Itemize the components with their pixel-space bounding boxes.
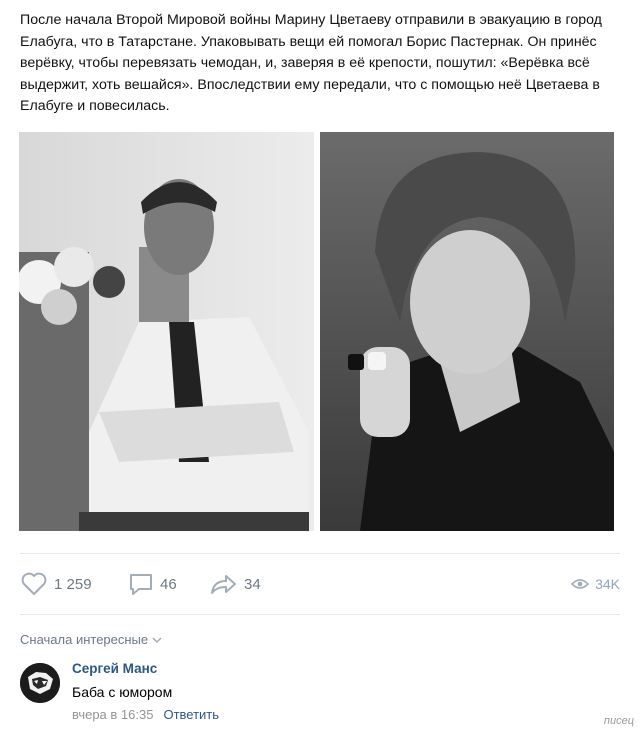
actions-divider-top	[20, 553, 620, 554]
comments-sort-label: Сначала интересные	[20, 632, 149, 647]
comment-item: Сергей Манс Баба с юмором вчера в 16:35 О…	[20, 661, 620, 725]
comment-button[interactable]: 46	[128, 568, 177, 600]
like-count: 1 259	[54, 575, 92, 593]
comments-sort-dropdown[interactable]: Сначала интересные	[20, 632, 162, 647]
comment-meta: вчера в 16:35 Ответить	[72, 707, 219, 722]
views-count: 34K	[595, 576, 620, 592]
comment-time[interactable]: вчера в 16:35	[72, 707, 153, 722]
like-button[interactable]: 1 259	[20, 568, 92, 600]
heart-icon	[21, 572, 47, 595]
actions-divider-bottom	[20, 614, 620, 615]
eye-icon	[571, 579, 590, 589]
photo-boris-pasternak[interactable]	[19, 132, 314, 531]
views-counter: 34K	[571, 568, 620, 600]
share-button[interactable]: 34	[210, 568, 261, 600]
share-icon	[211, 575, 236, 594]
chevron-down-icon	[152, 632, 162, 647]
post-actions: 1 259 46 34 34K	[20, 568, 620, 600]
comment-author[interactable]: Сергей Манс	[72, 661, 157, 676]
post-photos	[19, 132, 614, 532]
comment-text: Баба с юмором	[72, 684, 173, 700]
photo-marina-tsvetaeva[interactable]	[320, 132, 614, 531]
avatar[interactable]	[20, 663, 60, 703]
watermark: писец	[603, 715, 634, 727]
comment-count: 46	[160, 575, 177, 593]
share-count: 34	[244, 575, 261, 593]
comment-icon	[130, 574, 152, 595]
reply-button[interactable]: Ответить	[163, 707, 219, 722]
post-text: После начала Второй Мировой войны Марину…	[20, 12, 602, 114]
